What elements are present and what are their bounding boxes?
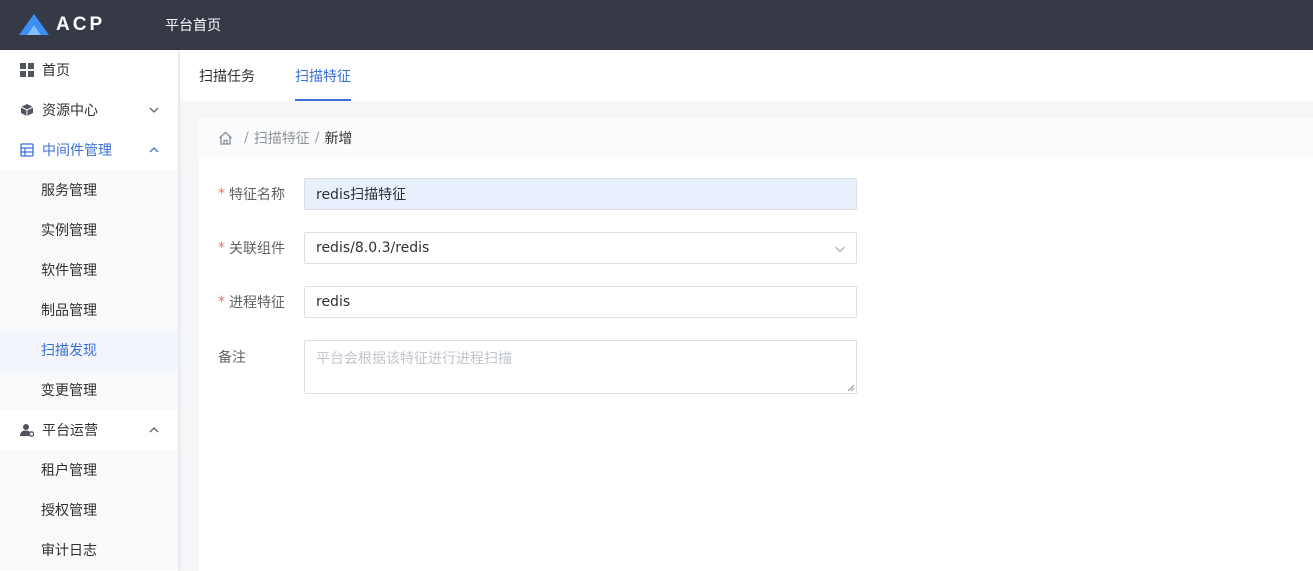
- sidebar-sub-item-artifact[interactable]: 制品管理: [0, 290, 178, 330]
- process-feature-input[interactable]: redis: [304, 286, 857, 318]
- form-row-process: * 进程特征 redis: [199, 286, 857, 318]
- sidebar-item-label: 中间件管理: [42, 143, 112, 159]
- required-mark: *: [218, 294, 225, 310]
- sidebar-sub-item-audit-log[interactable]: 审计日志: [0, 530, 178, 570]
- grid-icon: [20, 63, 34, 77]
- breadcrumb-separator: /: [314, 130, 320, 146]
- sidebar-item-label: 首页: [42, 63, 70, 79]
- tab-scan-task[interactable]: 扫描任务: [199, 50, 255, 101]
- chevron-down-icon: [149, 107, 159, 113]
- field-label: * 进程特征: [199, 292, 304, 312]
- field-label: * 关联组件: [199, 238, 304, 258]
- sidebar-sub-item-instance[interactable]: 实例管理: [0, 210, 178, 250]
- breadcrumb: / 扫描特征 / 新增: [199, 118, 1313, 158]
- logo-text: ACP: [56, 14, 106, 35]
- required-mark: *: [218, 240, 225, 256]
- sidebar-sub-item-tenant[interactable]: 租户管理: [0, 450, 178, 490]
- top-bar: ACP 平台首页: [0, 0, 1313, 50]
- chevron-up-icon: [149, 147, 159, 153]
- component-select-value: redis/8.0.3/redis: [316, 240, 430, 256]
- feature-name-input[interactable]: redis扫描特征: [304, 178, 857, 210]
- sidebar-sub-item-change[interactable]: 变更管理: [0, 370, 178, 410]
- nav-home-link[interactable]: 平台首页: [165, 15, 221, 35]
- sidebar-sub-item-service[interactable]: 服务管理: [0, 170, 178, 210]
- cube-icon: [20, 103, 34, 117]
- sidebar-item-resource-center[interactable]: 资源中心: [0, 90, 178, 130]
- sidebar: 首页 资源中心 中间件管理 服务管理 实例管理 软件管理 制品管理 扫描发现 变…: [0, 50, 179, 571]
- required-mark: *: [218, 186, 225, 202]
- remark-textarea[interactable]: 平台会根据该特征进行进程扫描: [304, 340, 857, 394]
- breadcrumb-separator: /: [244, 130, 249, 146]
- sidebar-item-label: 资源中心: [42, 103, 98, 119]
- field-label: 备注: [199, 340, 304, 367]
- name-label: 特征名称: [229, 187, 285, 203]
- process-label: 进程特征: [229, 295, 285, 311]
- sidebar-sub-item-software[interactable]: 软件管理: [0, 250, 178, 290]
- chevron-down-icon: [835, 246, 845, 253]
- sidebar-sub-item-scan-discovery[interactable]: 扫描发现: [0, 330, 178, 370]
- component-select[interactable]: redis/8.0.3/redis: [304, 232, 857, 264]
- sidebar-item-label: 平台运营: [42, 423, 98, 439]
- sidebar-sub-item-authorization[interactable]: 授权管理: [0, 490, 178, 530]
- feature-name-value: redis扫描特征: [316, 187, 407, 203]
- form-row-name: * 特征名称 redis扫描特征: [199, 178, 857, 210]
- logo-icon: [19, 14, 49, 35]
- home-icon[interactable]: [218, 131, 233, 145]
- user-gear-icon: [20, 423, 34, 437]
- component-label: 关联组件: [229, 241, 285, 257]
- remark-label: 备注: [218, 350, 246, 366]
- main-content: / 扫描特征 / 新增 * 特征名称 redis扫描特征 * 关联组件 redi…: [199, 118, 1313, 571]
- sidebar-item-platform-ops[interactable]: 平台运营: [0, 410, 178, 450]
- breadcrumb-current: 新增: [324, 131, 353, 147]
- breadcrumb-parent[interactable]: 扫描特征: [254, 128, 310, 148]
- tab-scan-feature[interactable]: 扫描特征: [295, 50, 351, 101]
- field-label: * 特征名称: [199, 184, 304, 204]
- sidebar-item-middleware[interactable]: 中间件管理: [0, 130, 178, 170]
- form-row-component: * 关联组件 redis/8.0.3/redis: [199, 232, 857, 264]
- middleware-icon: [20, 143, 34, 157]
- logo[interactable]: ACP: [18, 13, 165, 37]
- sidebar-item-home[interactable]: 首页: [0, 50, 178, 90]
- resize-grip-icon[interactable]: [846, 383, 855, 392]
- chevron-up-icon: [149, 427, 159, 433]
- remark-placeholder: 平台会根据该特征进行进程扫描: [316, 351, 512, 367]
- tab-bar: 扫描任务 扫描特征: [180, 50, 1313, 101]
- process-feature-value: redis: [316, 294, 351, 310]
- form-row-remark: 备注 平台会根据该特征进行进程扫描: [199, 340, 857, 394]
